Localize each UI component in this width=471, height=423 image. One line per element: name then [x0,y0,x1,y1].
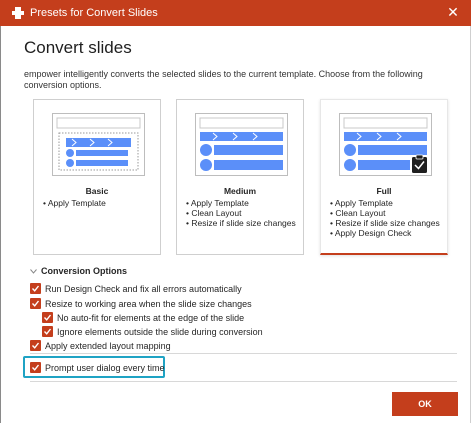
preset-features-full: • Apply Template • Clean Layout • Resize… [330,198,440,238]
full-layout-preview [339,113,432,176]
preset-card-basic[interactable]: Basic • Apply Template [33,99,161,255]
close-button[interactable]: ✕ [445,4,461,20]
footer-divider [30,381,457,382]
prompt-dialog-label: Prompt user dialog every time [45,362,165,373]
window-title: Presets for Convert Slides [30,7,158,19]
preset-features-basic: • Apply Template [43,198,106,208]
feature-item: • Clean Layout [186,208,242,218]
feature-item: • Apply Template [330,198,393,208]
window-border-left [0,26,1,423]
checkmark-icon[interactable] [30,340,41,351]
dialog-description: empower intelligently converts the selec… [24,69,423,90]
feature-item: • Apply Template [43,198,106,208]
basic-layout-preview [52,113,145,176]
chevron-down-icon[interactable] [30,267,37,276]
ok-button[interactable]: OK [392,392,458,416]
resize-working-area-checkbox[interactable]: Resize to working area when the slide si… [30,298,252,309]
preset-title-full: Full [376,186,392,196]
feature-item: • Resize if slide size changes [330,218,440,228]
preset-features-medium: • Apply Template • Clean Layout • Resize… [186,198,296,228]
empower-logo-icon [12,7,24,19]
preset-title-medium: Medium [223,186,257,196]
medium-layout-preview [195,113,288,176]
preset-card-full[interactable]: Full • Apply Template • Clean Layout • R… [320,99,448,255]
no-autofit-label: No auto-fit for elements at the edge of … [57,312,245,323]
checkmark-icon[interactable] [30,362,41,373]
checkmark-icon[interactable] [30,298,41,309]
prompt-dialog-checkbox[interactable]: Prompt user dialog every time [30,362,165,373]
ignore-outside-label: Ignore elements outside the slide during… [57,326,263,337]
ignore-outside-checkbox[interactable]: Ignore elements outside the slide during… [42,326,263,337]
checkmark-icon[interactable] [42,312,53,323]
checkmark-icon[interactable] [30,283,41,294]
feature-item: • Resize if slide size changes [186,218,296,228]
dialog-heading: Convert slides [24,38,132,57]
preset-card-medium[interactable]: Medium • Apply Template • Clean Layout •… [176,99,304,255]
run-design-check-checkbox[interactable]: Run Design Check and fix all errors auto… [30,283,242,294]
conversion-options-label: Conversion Options [41,266,128,276]
conversion-options-toggle[interactable]: Conversion Options [30,266,127,276]
close-icon[interactable]: ✕ [447,4,459,21]
options-divider [30,353,457,354]
feature-item: • Clean Layout [330,208,386,218]
feature-item: • Apply Template [186,198,249,208]
resize-working-area-label: Resize to working area when the slide si… [45,298,252,309]
clipboard-check-icon [412,154,427,173]
no-autofit-checkbox[interactable]: No auto-fit for elements at the edge of … [42,312,244,323]
feature-item: • Apply Design Check [330,228,412,238]
run-design-check-label: Run Design Check and fix all errors auto… [45,283,242,294]
checkmark-icon[interactable] [42,326,53,337]
title-bar: Presets for Convert Slides ✕ [0,0,471,26]
preset-title-basic: Basic [85,186,109,196]
extended-mapping-checkbox[interactable]: Apply extended layout mapping [30,340,171,351]
extended-mapping-label: Apply extended layout mapping [45,340,171,351]
